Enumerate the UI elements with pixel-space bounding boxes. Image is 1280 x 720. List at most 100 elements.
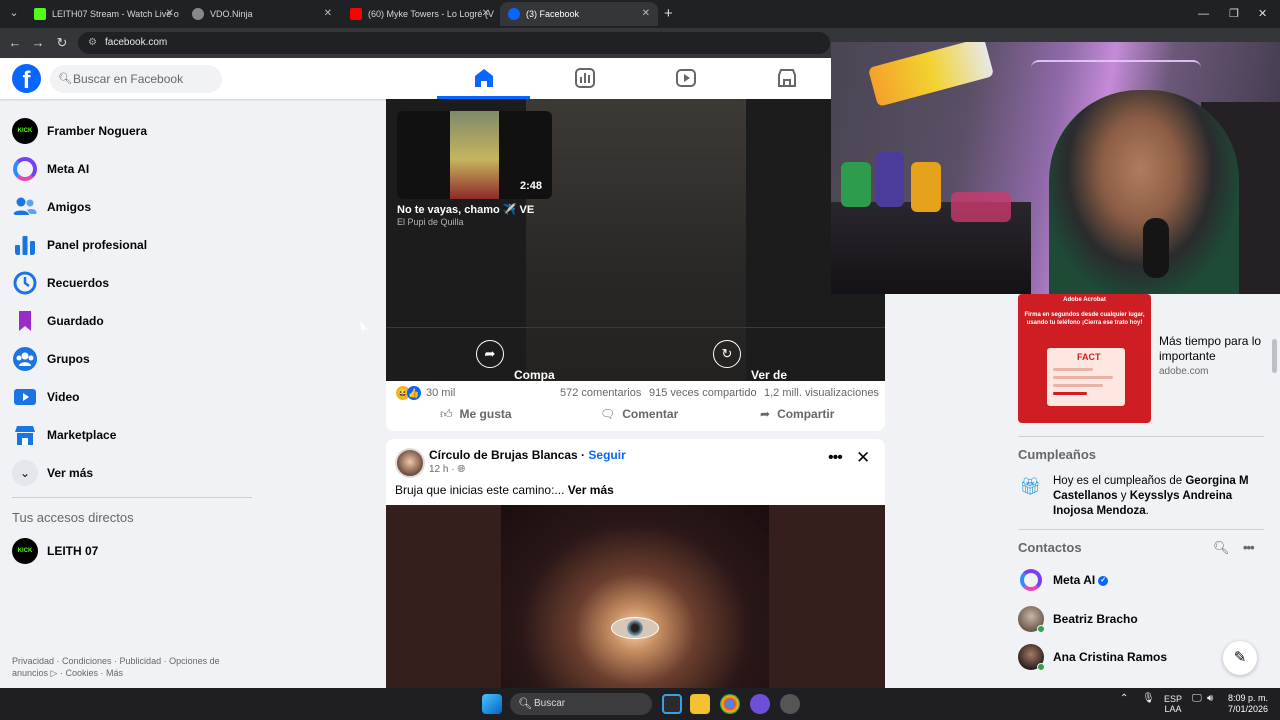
sidebar-item-label: Panel profesional (47, 238, 148, 252)
meta-ai-icon (13, 157, 37, 181)
file-explorer-icon[interactable] (690, 694, 710, 714)
taskbar-search[interactable]: 🔍︎ Buscar (510, 693, 652, 715)
mic-tray-icon[interactable]: 🎙︎ (1142, 694, 1155, 704)
compose-icon: ✎ (1233, 649, 1247, 666)
sidebar-item-amigos[interactable]: Amigos (12, 192, 252, 222)
video-player[interactable]: 2:48 No te vayas, chamo ✈️ VE El Pupi de… (386, 99, 885, 381)
comment-count[interactable]: 572 comentarios (560, 387, 641, 399)
related-video-channel[interactable]: El Pupi de Quilla (397, 217, 464, 227)
tab-search-icon[interactable]: ⌄ (6, 5, 22, 21)
post-image[interactable] (386, 505, 885, 699)
sidebar-item-guardado[interactable]: Guardado (12, 306, 252, 336)
contacts-search-icon[interactable]: 🔍︎ (1213, 540, 1230, 556)
contact-item[interactable]: Ana Cristina Ramos (1018, 644, 1258, 671)
video-share-button[interactable]: ➦ Compa rtir (476, 340, 574, 381)
tab-youtube[interactable]: (60) Myke Towers - Lo Logré (V ✕ (342, 2, 498, 26)
close-tab-icon[interactable]: ✕ (642, 2, 650, 26)
share-action-label: Compartir (777, 407, 835, 421)
minimize-button[interactable]: — (1198, 2, 1209, 26)
tray-chevron-icon[interactable]: ⌃ (1120, 694, 1128, 704)
hide-post-icon[interactable]: ✕ (856, 448, 870, 468)
follow-button[interactable]: Seguir (588, 448, 625, 462)
tab-vdo-ninja[interactable]: VDO.Ninja ✕ (184, 2, 340, 26)
back-icon[interactable]: ← (6, 34, 24, 52)
ad-domain[interactable]: adobe.com (1159, 366, 1208, 377)
address-bar[interactable]: ⚙ facebook.com (78, 32, 830, 54)
video-replay-button[interactable]: ↻ Ver de nuevo (713, 340, 811, 381)
tab-facebook[interactable]: (3) Facebook ✕ (500, 2, 658, 26)
related-video-title[interactable]: No te vayas, chamo ✈️ VE (397, 203, 534, 216)
task-view-icon[interactable] (662, 694, 682, 714)
marketplace-nav-icon[interactable] (775, 66, 799, 90)
right-divider (1018, 529, 1264, 530)
mouse-cursor (360, 321, 368, 333)
sidebar-item-grupos[interactable]: Grupos (12, 344, 252, 374)
video-nav-icon[interactable] (674, 66, 698, 90)
post-author-line: Círculo de Brujas Blancas · Seguir (429, 448, 626, 462)
maximize-button[interactable]: ❐ (1229, 2, 1239, 26)
shortcut-item-leith07[interactable]: KICK LEITH 07 (12, 536, 252, 566)
share-button[interactable]: ➦ Compartir (760, 407, 834, 425)
post-timestamp[interactable]: 12 h · 🌐︎ (429, 464, 465, 475)
sidebar-footer-links[interactable]: Privacidad · Condiciones · Publicidad · … (12, 655, 242, 679)
share-count[interactable]: 915 veces compartido (649, 387, 757, 399)
like-label: Me gusta (459, 407, 512, 421)
replay-label: Ver de nuevo (751, 368, 788, 381)
ad-title[interactable]: Más tiempo para lo importante (1159, 334, 1269, 364)
network-icon[interactable]: 🖵︎ (1192, 694, 1202, 704)
more-options-icon[interactable]: ••• (828, 449, 843, 467)
sidebar-item-video[interactable]: Video (12, 382, 252, 412)
dashboard-nav-icon[interactable] (573, 66, 597, 90)
doc-line (1053, 376, 1113, 379)
comment-button[interactable]: 🗨︎ Comentar (600, 407, 678, 425)
streaming-app-icon[interactable] (750, 694, 770, 714)
sidebar-item-meta-ai[interactable]: Meta AI (12, 154, 252, 184)
new-tab-button[interactable]: + (664, 2, 673, 26)
forward-icon[interactable]: → (29, 34, 47, 52)
toy-figure (876, 152, 904, 207)
taskbar-clock[interactable]: 8:09 p. m. 7/01/2026 (1218, 693, 1278, 715)
chrome-icon[interactable] (720, 694, 740, 714)
kick-avatar: KICK (12, 538, 38, 564)
tab-title: LEITH07 Stream - Watch Live o (52, 9, 179, 19)
contact-item[interactable]: Meta AI ✓ (1018, 567, 1258, 593)
close-tab-icon[interactable]: ✕ (166, 2, 174, 26)
reload-icon[interactable]: ↻ (53, 34, 71, 52)
tab-leith07-stream[interactable]: LEITH07 Stream - Watch Live o ✕ (26, 2, 182, 26)
author-name[interactable]: Círculo de Brujas Blancas (429, 448, 578, 462)
contacts-more-icon[interactable]: ••• (1243, 540, 1255, 555)
facebook-logo[interactable]: f (12, 64, 41, 93)
see-more-link[interactable]: Ver más (568, 483, 614, 497)
new-message-button[interactable]: ✎ (1223, 641, 1257, 675)
sidebar-item-panel[interactable]: Panel profesional (12, 230, 252, 260)
windows-start-icon[interactable] (482, 694, 502, 714)
sponsored-ad-image[interactable]: Adobe Acrobat Firma en segundos desde cu… (1018, 294, 1151, 423)
video-icon (14, 389, 36, 405)
sidebar-item-label: Guardado (47, 314, 104, 328)
sidebar-item-recuerdos[interactable]: Recuerdos (12, 268, 252, 298)
video-divider (386, 327, 885, 328)
close-window-button[interactable]: ✕ (1258, 2, 1267, 26)
doc-line (1053, 368, 1093, 371)
obs-icon[interactable] (780, 694, 800, 714)
like-button[interactable]: 👍︎ Me gusta (440, 407, 512, 425)
sidebar-item-ver-mas[interactable]: ⌄ Ver más (12, 458, 252, 488)
memories-icon (13, 271, 37, 295)
close-tab-icon[interactable]: ✕ (482, 2, 490, 26)
facebook-search-input[interactable]: 🔍︎ Buscar en Facebook (50, 65, 222, 93)
close-tab-icon[interactable]: ✕ (324, 2, 332, 26)
sidebar-item-marketplace[interactable]: Marketplace (12, 420, 252, 450)
sidebar-item-label: Recuerdos (47, 276, 110, 290)
page-scrollbar[interactable] (1272, 339, 1277, 373)
doc-label: FACT (1077, 352, 1101, 362)
view-count: 1,2 mill. visualizaciones (764, 387, 879, 399)
gift-icon: 🎁︎ (1019, 477, 1041, 496)
birthday-text[interactable]: Hoy es el cumpleaños de Georgina M Caste… (1053, 474, 1258, 519)
contact-item[interactable]: Beatriz Bracho (1018, 606, 1258, 633)
author-avatar[interactable] (395, 448, 425, 478)
site-info-icon[interactable]: ⚙ (88, 32, 97, 54)
language-indicator[interactable]: ESP LAA (1162, 694, 1184, 714)
volume-icon[interactable]: 🔊︎ (1207, 694, 1213, 704)
home-icon[interactable] (472, 66, 496, 90)
sidebar-item-profile[interactable]: KICK Framber Noguera (12, 116, 252, 146)
